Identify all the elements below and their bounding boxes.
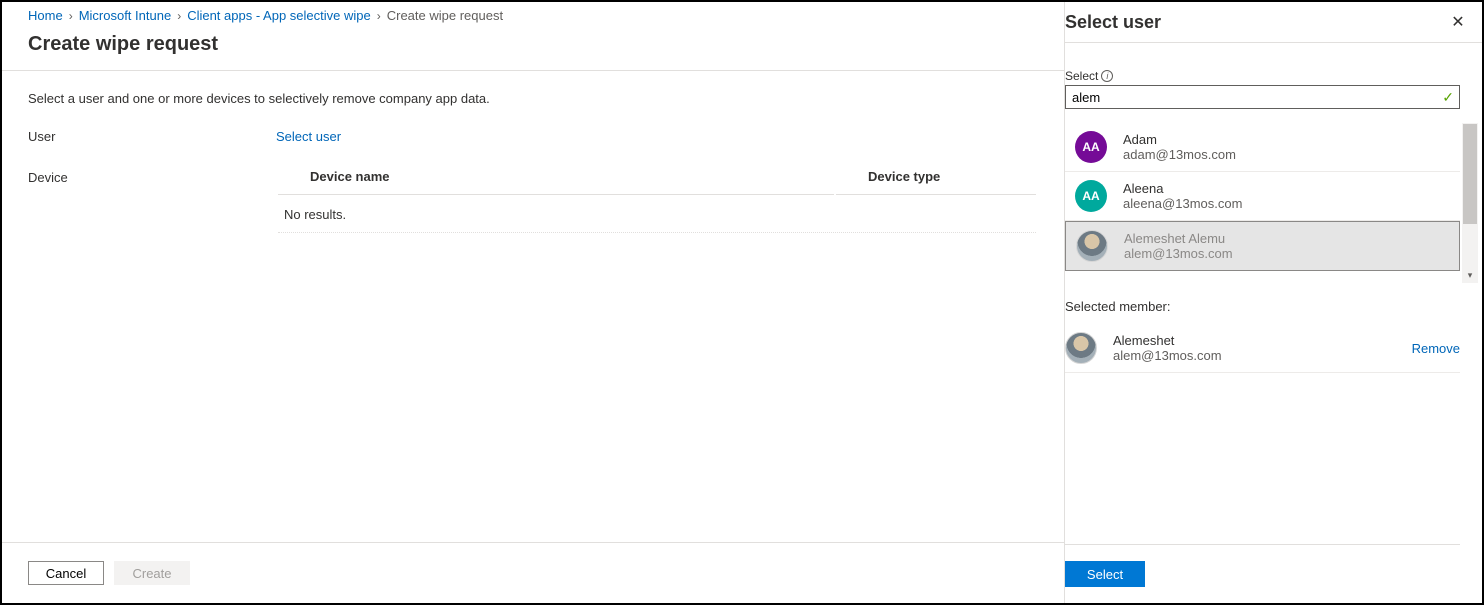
intro-text: Select a user and one or more devices to… — [28, 91, 1038, 106]
panel-footer: Select — [1065, 544, 1460, 603]
search-input[interactable] — [1065, 85, 1460, 109]
avatar: AA — [1075, 131, 1107, 163]
cancel-button[interactable]: Cancel — [28, 561, 104, 585]
results-wrap: AA Adamadam@13mos.com AA Aleenaaleena@13mos… — [1065, 123, 1460, 271]
breadcrumb-current: Create wipe request — [387, 8, 503, 23]
select-user-panel: Select user ✕ Select i ✓ AA Adamadam@13mo… — [1064, 2, 1482, 603]
panel-body: Select i ✓ AAAdamadam@13mos.comAAAleenaa… — [1065, 43, 1482, 603]
check-icon: ✓ — [1442, 89, 1454, 106]
avatar: AA — [1075, 180, 1107, 212]
chevron-right-icon: › — [69, 9, 73, 23]
scrollbar[interactable]: ▾ — [1462, 123, 1478, 283]
col-device-type[interactable]: Device type — [836, 169, 1036, 195]
search-wrap: ✓ — [1065, 85, 1460, 109]
chevron-right-icon: › — [177, 9, 181, 23]
user-label: User — [28, 126, 276, 144]
list-item[interactable]: Alemeshet Alemualem@13mos.com — [1065, 221, 1460, 271]
no-results-text: No results. — [278, 197, 1036, 233]
device-table: Device name Device type No results. — [276, 167, 1038, 235]
search-label-text: Select — [1065, 69, 1098, 83]
panel-header: Select user ✕ — [1065, 2, 1482, 43]
content-body: Select a user and one or more devices to… — [2, 71, 1064, 542]
chevron-right-icon: › — [377, 9, 381, 23]
footer-bar: Cancel Create — [2, 542, 1064, 603]
user-email: aleena@13mos.com — [1123, 196, 1242, 211]
device-row: Device Device name Device type No result… — [28, 167, 1038, 235]
select-button[interactable]: Select — [1065, 561, 1145, 587]
results-list: AA Adamadam@13mos.com AA Aleenaaleena@13mos… — [1065, 123, 1460, 271]
select-user-link[interactable]: Select user — [276, 126, 341, 147]
search-label: Select i — [1065, 69, 1460, 83]
scrollbar-thumb[interactable] — [1463, 124, 1477, 224]
page-title: Create wipe request — [2, 27, 1064, 70]
breadcrumb-home[interactable]: Home — [28, 8, 63, 23]
panel-title: Select user — [1065, 12, 1161, 33]
main-pane: Home › Microsoft Intune › Client apps - … — [2, 2, 1064, 603]
breadcrumb-client-apps[interactable]: Client apps - App selective wipe — [187, 8, 371, 23]
remove-button[interactable]: Remove — [1412, 341, 1460, 356]
table-row: No results. — [278, 197, 1036, 233]
user-email: adam@13mos.com — [1123, 147, 1236, 162]
selected-member-row: Alemeshet alem@13mos.com Remove — [1065, 324, 1460, 373]
user-name: Aleena — [1123, 181, 1242, 196]
selected-email: alem@13mos.com — [1113, 348, 1396, 363]
user-email: alem@13mos.com — [1124, 246, 1233, 261]
scroll-down-icon[interactable]: ▾ — [1462, 267, 1478, 283]
list-item[interactable]: AA Aleenaaleena@13mos.com — [1065, 172, 1460, 221]
user-name: Adam — [1123, 132, 1236, 147]
selected-member-heading: Selected member: — [1065, 299, 1460, 314]
user-name: Alemeshet Alemu — [1124, 231, 1233, 246]
avatar — [1076, 230, 1108, 262]
breadcrumb-intune[interactable]: Microsoft Intune — [79, 8, 172, 23]
device-label: Device — [28, 167, 276, 185]
close-icon[interactable]: ✕ — [1444, 8, 1472, 36]
list-item[interactable]: AA Adamadam@13mos.com — [1065, 123, 1460, 172]
avatar — [1065, 332, 1097, 364]
create-button: Create — [114, 561, 190, 585]
selected-name: Alemeshet — [1113, 333, 1396, 348]
info-icon[interactable]: i — [1101, 70, 1113, 82]
col-device-name[interactable]: Device name — [278, 169, 834, 195]
breadcrumb: Home › Microsoft Intune › Client apps - … — [2, 2, 1064, 27]
user-row: User Select user — [28, 126, 1038, 147]
